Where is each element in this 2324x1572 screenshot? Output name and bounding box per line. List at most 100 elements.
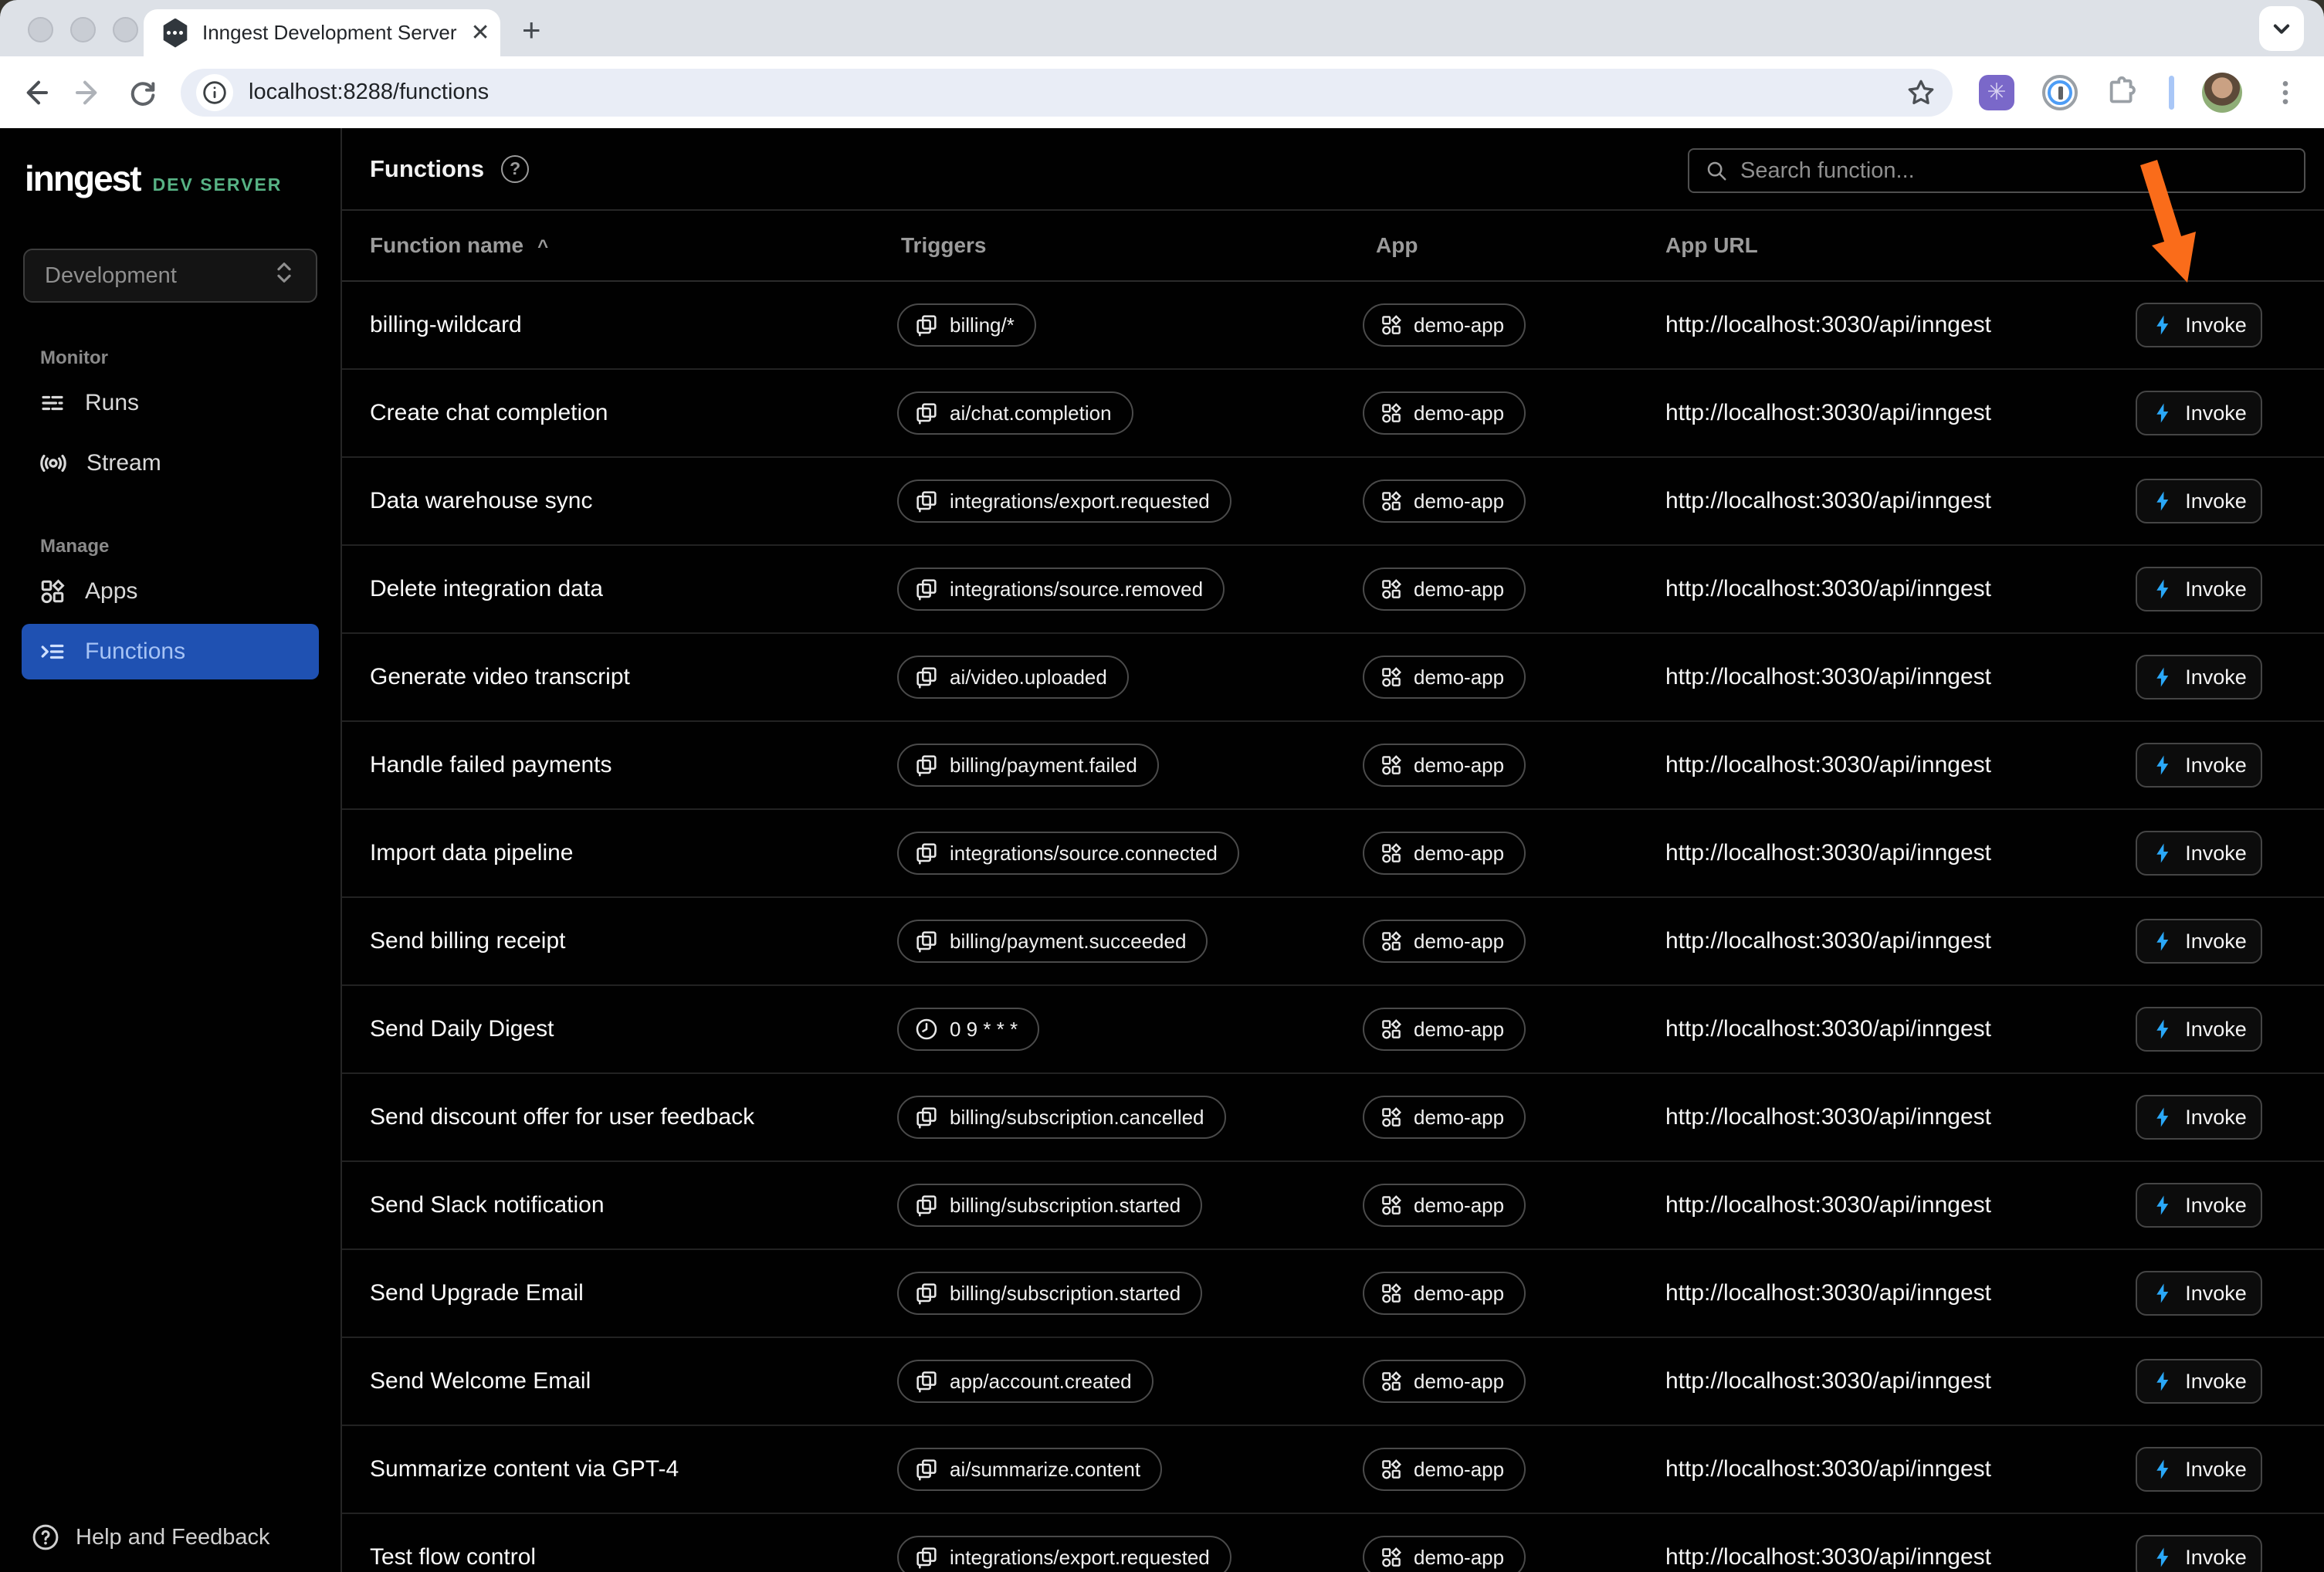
app-badge: demo-app bbox=[1363, 1008, 1526, 1051]
column-header-function-name[interactable]: Function name^ bbox=[370, 233, 548, 258]
function-row[interactable]: Delete integration data integrations/sou… bbox=[342, 546, 2324, 634]
trigger-label: billing/subscription.started bbox=[950, 1194, 1181, 1218]
invoke-button[interactable]: Invoke bbox=[2136, 1007, 2262, 1052]
app-url: http://localhost:3030/api/inngest bbox=[1665, 752, 1991, 778]
zoom-window-button[interactable] bbox=[113, 17, 138, 42]
pinned-indicator bbox=[2169, 76, 2174, 110]
function-row[interactable]: Send billing receipt billing/payment.suc… bbox=[342, 898, 2324, 986]
trigger-label: integrations/source.connected bbox=[950, 842, 1218, 866]
tab-title: Inngest Development Server bbox=[202, 21, 457, 45]
invoke-label: Invoke bbox=[2185, 401, 2247, 425]
lightning-bolt-icon bbox=[2151, 1106, 2174, 1129]
app-grid-icon bbox=[1380, 1546, 1403, 1569]
invoke-button[interactable]: Invoke bbox=[2136, 743, 2262, 788]
app-badge: demo-app bbox=[1363, 1096, 1526, 1139]
environment-select[interactable]: Development bbox=[23, 249, 317, 303]
inngest-favicon-icon bbox=[162, 19, 188, 48]
lightning-bolt-icon bbox=[2151, 578, 2174, 601]
lightning-bolt-icon bbox=[2151, 1282, 2174, 1305]
macos-traffic-lights[interactable] bbox=[28, 17, 138, 42]
lightning-bolt-icon bbox=[2151, 754, 2174, 777]
app-url: http://localhost:3030/api/inngest bbox=[1665, 1104, 1991, 1130]
invoke-button[interactable]: Invoke bbox=[2136, 1095, 2262, 1140]
minimize-window-button[interactable] bbox=[70, 17, 96, 42]
invoke-button[interactable]: Invoke bbox=[2136, 1271, 2262, 1316]
event-trigger-icon bbox=[914, 1105, 939, 1130]
browser-tab[interactable]: Inngest Development Server ✕ bbox=[144, 9, 500, 56]
lightning-bolt-icon bbox=[2151, 401, 2174, 425]
function-row[interactable]: Create chat completion ai/chat.completio… bbox=[342, 370, 2324, 458]
forward-button[interactable] bbox=[71, 75, 107, 110]
lightning-bolt-icon bbox=[2151, 1546, 2174, 1569]
help-and-feedback[interactable]: Help and Feedback bbox=[31, 1523, 270, 1552]
function-name: Test flow control bbox=[370, 1544, 536, 1570]
invoke-button[interactable]: Invoke bbox=[2136, 1359, 2262, 1404]
function-row[interactable]: Send Daily Digest 0 9 * * * demo-app htt… bbox=[342, 986, 2324, 1074]
app-badge: demo-app bbox=[1363, 1272, 1526, 1315]
app-label: demo-app bbox=[1414, 490, 1504, 513]
invoke-button[interactable]: Invoke bbox=[2136, 1447, 2262, 1492]
bookmark-star-icon[interactable] bbox=[1905, 76, 1937, 109]
address-bar[interactable]: localhost:8288/functions bbox=[181, 69, 1953, 117]
function-row[interactable]: Send Welcome Email app/account.created d… bbox=[342, 1338, 2324, 1426]
invoke-button[interactable]: Invoke bbox=[2136, 567, 2262, 612]
function-row[interactable]: Data warehouse sync integrations/export.… bbox=[342, 458, 2324, 546]
function-row[interactable]: Send discount offer for user feedback bi… bbox=[342, 1074, 2324, 1162]
invoke-label: Invoke bbox=[2185, 1458, 2247, 1482]
invoke-button[interactable]: Invoke bbox=[2136, 303, 2262, 347]
invoke-label: Invoke bbox=[2185, 1282, 2247, 1306]
function-row[interactable]: billing-wildcard billing/* demo-app http… bbox=[342, 282, 2324, 370]
close-window-button[interactable] bbox=[28, 17, 53, 42]
reload-button[interactable] bbox=[125, 75, 161, 110]
function-row[interactable]: Test flow control integrations/export.re… bbox=[342, 1514, 2324, 1572]
tab-close-icon[interactable]: ✕ bbox=[471, 22, 490, 45]
search-function-box[interactable] bbox=[1688, 148, 2305, 193]
function-row[interactable]: Import data pipeline integrations/source… bbox=[342, 810, 2324, 898]
invoke-button[interactable]: Invoke bbox=[2136, 919, 2262, 964]
tab-search-button[interactable] bbox=[2259, 6, 2304, 51]
browser-menu-icon[interactable] bbox=[2270, 77, 2301, 108]
extensions-puzzle-icon[interactable] bbox=[2105, 75, 2141, 110]
invoke-button[interactable]: Invoke bbox=[2136, 391, 2262, 435]
password-manager-icon[interactable] bbox=[2042, 75, 2078, 110]
extension-icon[interactable]: ✳ bbox=[1979, 75, 2014, 110]
chevron-down-icon bbox=[2271, 18, 2292, 39]
invoke-button[interactable]: Invoke bbox=[2136, 831, 2262, 876]
site-info-icon[interactable] bbox=[196, 74, 233, 111]
invoke-button[interactable]: Invoke bbox=[2136, 1535, 2262, 1572]
sidebar-item-label: Stream bbox=[86, 450, 161, 476]
main-content: Functions ? Function name^ Triggers App … bbox=[342, 128, 2324, 1572]
search-input[interactable] bbox=[1740, 158, 2288, 184]
profile-avatar[interactable] bbox=[2202, 73, 2242, 113]
function-name: Send Upgrade Email bbox=[370, 1280, 584, 1306]
back-button[interactable] bbox=[17, 75, 53, 110]
url-text[interactable]: localhost:8288/functions bbox=[249, 80, 1905, 105]
app-badge: demo-app bbox=[1363, 1184, 1526, 1227]
dev-server-badge: DEV SERVER bbox=[153, 174, 283, 195]
function-row[interactable]: Summarize content via GPT-4 ai/summarize… bbox=[342, 1426, 2324, 1514]
invoke-label: Invoke bbox=[2185, 754, 2247, 778]
lightning-bolt-icon bbox=[2151, 490, 2174, 513]
invoke-button[interactable]: Invoke bbox=[2136, 655, 2262, 700]
function-row[interactable]: Send Upgrade Email billing/subscription.… bbox=[342, 1250, 2324, 1338]
new-tab-button[interactable]: + bbox=[522, 17, 541, 43]
app-url: http://localhost:3030/api/inngest bbox=[1665, 1280, 1991, 1306]
trigger-label: billing/payment.succeeded bbox=[950, 930, 1186, 954]
invoke-button[interactable]: Invoke bbox=[2136, 1183, 2262, 1228]
function-row[interactable]: Handle failed payments billing/payment.f… bbox=[342, 722, 2324, 810]
sidebar-item-apps[interactable]: Apps bbox=[22, 564, 319, 619]
function-row[interactable]: Generate video transcript ai/video.uploa… bbox=[342, 634, 2324, 722]
invoke-button[interactable]: Invoke bbox=[2136, 479, 2262, 523]
sidebar-item-runs[interactable]: Runs bbox=[22, 375, 319, 431]
sidebar-item-stream[interactable]: Stream bbox=[22, 435, 319, 491]
trigger-badge: ai/video.uploaded bbox=[897, 656, 1129, 699]
page-help-icon[interactable]: ? bbox=[501, 155, 529, 183]
function-name: Send billing receipt bbox=[370, 928, 566, 954]
event-trigger-icon bbox=[914, 401, 939, 425]
lightning-bolt-icon bbox=[2151, 842, 2174, 865]
trigger-badge: ai/chat.completion bbox=[897, 391, 1133, 435]
sidebar-item-functions[interactable]: Functions bbox=[22, 624, 319, 679]
function-row[interactable]: Send Slack notification billing/subscrip… bbox=[342, 1162, 2324, 1250]
function-name: Generate video transcript bbox=[370, 664, 630, 690]
event-trigger-icon bbox=[914, 1193, 939, 1218]
